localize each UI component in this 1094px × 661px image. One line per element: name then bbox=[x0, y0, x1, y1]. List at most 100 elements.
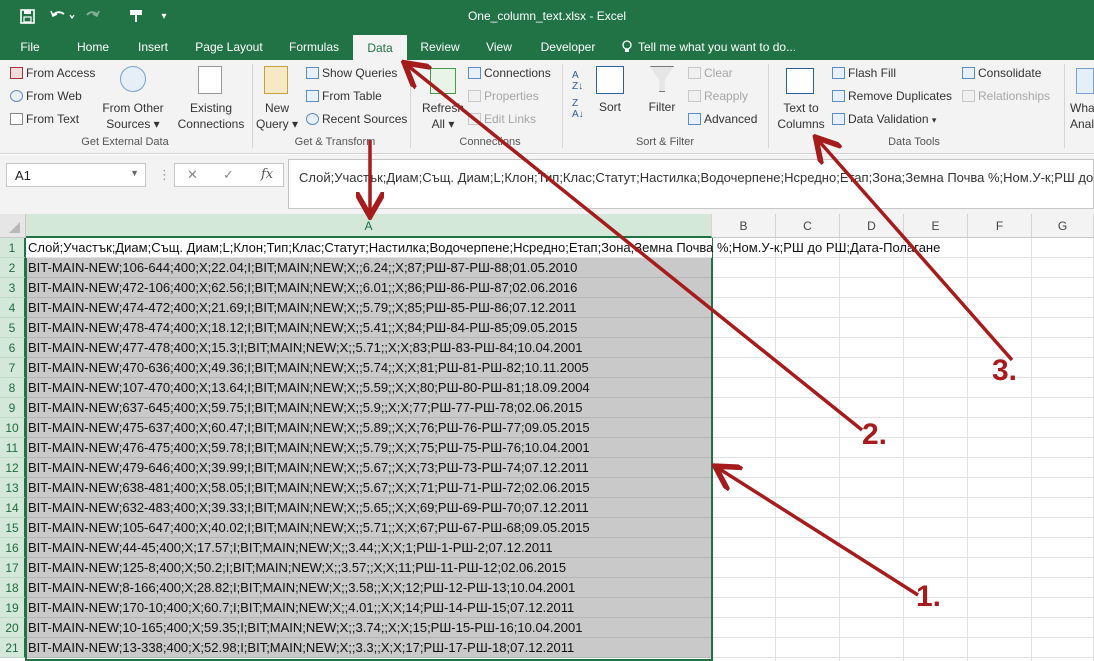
cancel-icon[interactable]: ✕ bbox=[187, 167, 198, 183]
tab-developer[interactable]: Developer bbox=[532, 34, 604, 60]
row-header[interactable]: 5 bbox=[0, 318, 26, 338]
row-header[interactable]: 4 bbox=[0, 298, 26, 318]
edit-links-button[interactable]: Edit Links bbox=[468, 112, 536, 126]
formula-input[interactable]: Слой;Участък;Диам;Същ. Диам;L;Клон;Тип;К… bbox=[288, 159, 1094, 209]
tab-formulas[interactable]: Formulas bbox=[280, 34, 348, 60]
cell-a[interactable]: BIT-MAIN-NEW;477-478;400;X;15.3;I;BIT;MA… bbox=[26, 338, 712, 358]
row-header[interactable]: 19 bbox=[0, 598, 26, 618]
sort-za-button[interactable]: Z A↓ bbox=[572, 98, 584, 120]
new-query-button[interactable]: New Query ▾ bbox=[256, 100, 298, 132]
cell-a1[interactable]: Слой;Участък;Диам;Същ. Диам;L;Клон;Тип;К… bbox=[26, 238, 940, 258]
cell-a[interactable]: BIT-MAIN-NEW;107-470;400;X;13.64;I;BIT;M… bbox=[26, 378, 712, 398]
row-header[interactable]: 14 bbox=[0, 498, 26, 518]
cell-a[interactable]: BIT-MAIN-NEW;472-106;400;X;62.56;I;BIT;M… bbox=[26, 278, 712, 298]
row-header[interactable]: 6 bbox=[0, 338, 26, 358]
cell-a[interactable]: BIT-MAIN-NEW;10-165;400;X;59.35;I;BIT;MA… bbox=[26, 618, 712, 638]
row-header[interactable]: 18 bbox=[0, 578, 26, 598]
row-header[interactable]: 21 bbox=[0, 638, 26, 658]
row-header[interactable]: 17 bbox=[0, 558, 26, 578]
cell-a[interactable]: BIT-MAIN-NEW;13-338;400;X;52.98;I;BIT;MA… bbox=[26, 638, 712, 658]
tab-data[interactable]: Data bbox=[353, 35, 407, 60]
row-header[interactable]: 13 bbox=[0, 478, 26, 498]
connections-button[interactable]: Connections bbox=[468, 66, 551, 80]
row-header[interactable]: 15 bbox=[0, 518, 26, 538]
relationships-button[interactable]: Relationships bbox=[962, 89, 1050, 103]
row-header[interactable]: 7 bbox=[0, 358, 26, 378]
globe-icon bbox=[10, 90, 23, 102]
chevron-down-icon[interactable]: ▼ bbox=[130, 168, 139, 178]
show-queries-button[interactable]: Show Queries bbox=[306, 66, 397, 80]
cell-a[interactable]: BIT-MAIN-NEW;470-636;400;X;49.36;I;BIT;M… bbox=[26, 358, 712, 378]
cell-a[interactable]: BIT-MAIN-NEW;479-646;400;X;39.99;I;BIT;M… bbox=[26, 458, 712, 478]
column-header-g[interactable]: G bbox=[1032, 214, 1094, 238]
cell-a[interactable]: BIT-MAIN-NEW;125-8;400;X;50.2;I;BIT;MAIN… bbox=[26, 558, 712, 578]
refresh-all-button[interactable]: Refresh All ▾ bbox=[418, 100, 468, 132]
from-web-button[interactable]: From Web bbox=[10, 89, 82, 103]
cell-a[interactable]: BIT-MAIN-NEW;637-645;400;X;59.75;I;BIT;M… bbox=[26, 398, 712, 418]
cell-a[interactable]: BIT-MAIN-NEW;474-472;400;X;21.69;I;BIT;M… bbox=[26, 298, 712, 318]
row-header[interactable]: 20 bbox=[0, 618, 26, 638]
cell-a[interactable]: BIT-MAIN-NEW;476-475;400;X;59.78;I;BIT;M… bbox=[26, 438, 712, 458]
cell-a[interactable]: BIT-MAIN-NEW;638-481;400;X;58.05;I;BIT;M… bbox=[26, 478, 712, 498]
cell-a[interactable]: BIT-MAIN-NEW;478-474;400;X;18.12;I;BIT;M… bbox=[26, 318, 712, 338]
cell-a[interactable]: BIT-MAIN-NEW;8-166;400;X;28.82;I;BIT;MAI… bbox=[26, 578, 712, 598]
from-access-button[interactable]: From Access bbox=[10, 66, 95, 80]
cell-a[interactable]: BIT-MAIN-NEW;105-647;400;X;40.02;I;BIT;M… bbox=[26, 518, 712, 538]
select-all-corner[interactable] bbox=[0, 214, 26, 238]
cell-a[interactable]: BIT-MAIN-NEW;44-45;400;X;17.57;I;BIT;MAI… bbox=[26, 538, 712, 558]
connections-icon bbox=[468, 67, 481, 79]
column-header-a[interactable]: A bbox=[26, 214, 712, 238]
refresh-icon bbox=[430, 68, 456, 94]
row-header[interactable]: 1 bbox=[0, 238, 26, 258]
clear-button[interactable]: Clear bbox=[688, 66, 733, 80]
column-header-d[interactable]: D bbox=[840, 214, 904, 238]
tell-me-search[interactable]: Tell me what you want to do... bbox=[638, 34, 808, 60]
tab-file[interactable]: File bbox=[8, 34, 52, 60]
text-to-columns-button[interactable]: Text to Columns bbox=[774, 100, 828, 132]
properties-button[interactable]: Properties bbox=[468, 89, 539, 103]
tab-home[interactable]: Home bbox=[66, 34, 120, 60]
column-header-f[interactable]: F bbox=[968, 214, 1032, 238]
row-header[interactable]: 16 bbox=[0, 538, 26, 558]
advanced-button[interactable]: Advanced bbox=[688, 112, 757, 126]
tab-insert[interactable]: Insert bbox=[126, 34, 180, 60]
recent-sources-button[interactable]: Recent Sources bbox=[306, 112, 407, 126]
gridline bbox=[713, 557, 1094, 558]
cell-a[interactable]: BIT-MAIN-NEW;106-644;400;X;22.04;I;BIT;M… bbox=[26, 258, 712, 278]
sort-az-button[interactable]: A Z↓ bbox=[572, 70, 583, 92]
enter-icon[interactable]: ✓ bbox=[223, 167, 234, 183]
column-header-e[interactable]: E bbox=[904, 214, 968, 238]
from-table-button[interactable]: From Table bbox=[306, 89, 382, 103]
row-header[interactable]: 10 bbox=[0, 418, 26, 438]
name-box[interactable]: A1 ▼ bbox=[6, 163, 146, 187]
data-validation-button[interactable]: Data Validation ▾ bbox=[832, 112, 936, 126]
cell-a[interactable]: BIT-MAIN-NEW;170-10;400;X;60.7;I;BIT;MAI… bbox=[26, 598, 712, 618]
column-header-c[interactable]: C bbox=[776, 214, 840, 238]
tab-review[interactable]: Review bbox=[413, 34, 467, 60]
cell-a[interactable]: BIT-MAIN-NEW;475-637;400;X;60.47;I;BIT;M… bbox=[26, 418, 712, 438]
filter-button[interactable]: Filter bbox=[644, 100, 680, 114]
row-header[interactable]: 12 bbox=[0, 458, 26, 478]
row-header[interactable]: 8 bbox=[0, 378, 26, 398]
what-if-analysis-button[interactable]: WhatAnaly bbox=[1070, 100, 1094, 132]
recent-sources-icon bbox=[306, 113, 319, 125]
flash-fill-button[interactable]: Flash Fill bbox=[832, 66, 896, 80]
row-header[interactable]: 3 bbox=[0, 278, 26, 298]
tab-view[interactable]: View bbox=[475, 34, 523, 60]
column-header-b[interactable]: B bbox=[712, 214, 776, 238]
cell-a[interactable]: BIT-MAIN-NEW;632-483;400;X;39.33;I;BIT;M… bbox=[26, 498, 712, 518]
from-text-button[interactable]: From Text bbox=[10, 112, 79, 126]
gridline bbox=[713, 537, 1094, 538]
consolidate-button[interactable]: Consolidate bbox=[962, 66, 1041, 80]
annotation-step-3: 3. bbox=[992, 354, 1018, 387]
reapply-button[interactable]: Reapply bbox=[688, 89, 748, 103]
row-header[interactable]: 9 bbox=[0, 398, 26, 418]
sort-button[interactable]: Sort bbox=[594, 100, 626, 114]
row-header[interactable]: 2 bbox=[0, 258, 26, 278]
existing-connections-button[interactable]: Existing Connections bbox=[176, 100, 246, 132]
remove-duplicates-button[interactable]: Remove Duplicates bbox=[832, 89, 952, 103]
from-other-sources-button[interactable]: From Other Sources ▾ bbox=[100, 100, 166, 132]
tab-page-layout[interactable]: Page Layout bbox=[186, 34, 272, 60]
insert-function-icon[interactable]: fx bbox=[261, 167, 273, 182]
row-header[interactable]: 11 bbox=[0, 438, 26, 458]
